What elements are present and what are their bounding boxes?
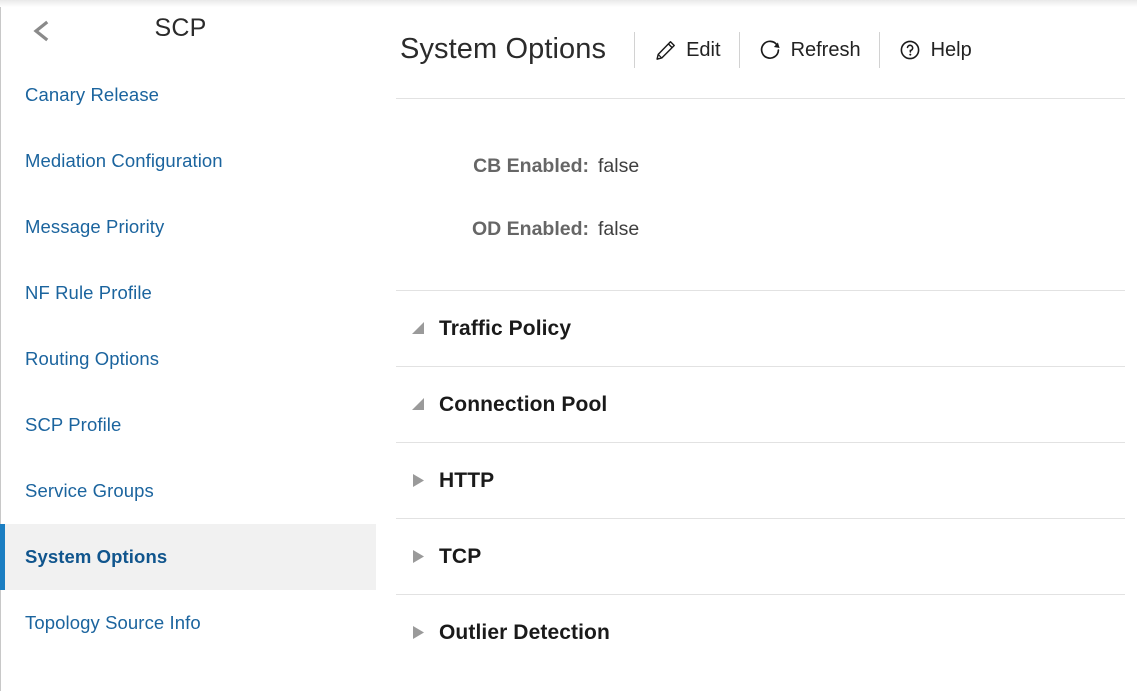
sidebar-item-label: Canary Release xyxy=(25,84,160,105)
field-row: OD Enabled: false xyxy=(376,218,1137,281)
sidebar-item-label: Service Groups xyxy=(25,480,154,501)
field-label: CB Enabled: xyxy=(473,155,589,177)
page-root: SCP Canary Release Mediation Configuratio… xyxy=(0,0,1137,691)
sidebar-item-label: Message Priority xyxy=(25,216,165,237)
toolbar-separator xyxy=(738,32,740,68)
section-header-tcp[interactable]: TCP xyxy=(396,518,1125,594)
pencil-icon xyxy=(653,38,677,62)
section-title: TCP xyxy=(439,544,482,568)
sidebar-item-routing-options[interactable]: Routing Options xyxy=(1,326,376,392)
toolbar-separator xyxy=(634,32,636,68)
section-list: Traffic Policy Connection Pool HTTP TCP Outl… xyxy=(376,290,1137,670)
help-circle-icon xyxy=(898,38,922,62)
caret-expanded-icon[interactable] xyxy=(408,319,428,339)
main-header: System Options Edit Refresh Help xyxy=(376,0,1137,98)
sidebar-item-label: NF Rule Profile xyxy=(25,282,152,303)
toolbar-button-label: Edit xyxy=(686,38,721,61)
sidebar-item-system-options[interactable]: System Options xyxy=(0,524,376,590)
caret-collapsed-icon[interactable] xyxy=(408,623,428,643)
sidebar-nav-list: Canary Release Mediation Configuration Mes… xyxy=(0,62,376,656)
refresh-button[interactable]: Refresh xyxy=(742,32,877,68)
sidebar-item-canary-release[interactable]: Canary Release xyxy=(1,62,376,128)
sidebar-item-label: Mediation Configuration xyxy=(25,150,223,171)
sidebar-item-service-groups[interactable]: Service Groups xyxy=(1,458,376,524)
top-shadow-strip xyxy=(0,0,1137,7)
edit-button[interactable]: Edit xyxy=(637,32,736,68)
sidebar-item-label: SCP Profile xyxy=(25,414,122,435)
field-list: CB Enabled: false OD Enabled: false xyxy=(376,99,1137,281)
sidebar-item-label: Topology Source Info xyxy=(25,612,201,633)
section-header-connection-pool[interactable]: Connection Pool xyxy=(396,366,1125,442)
sidebar-item-nf-rule-profile[interactable]: NF Rule Profile xyxy=(1,260,376,326)
section-header-http[interactable]: HTTP xyxy=(396,442,1125,518)
sidebar-item-scp-profile[interactable]: SCP Profile xyxy=(1,392,376,458)
field-value: false xyxy=(598,218,640,240)
sidebar-item-label: Routing Options xyxy=(25,348,160,369)
sidebar-item-mediation-configuration[interactable]: Mediation Configuration xyxy=(1,128,376,194)
toolbar-button-label: Help xyxy=(930,38,972,61)
sidebar: SCP Canary Release Mediation Configuratio… xyxy=(0,0,376,691)
sidebar-header: SCP xyxy=(1,0,376,62)
field-value: false xyxy=(598,155,640,177)
sidebar-item-topology-source-info[interactable]: Topology Source Info xyxy=(1,590,376,656)
section-title: Outlier Detection xyxy=(439,620,610,644)
caret-collapsed-icon[interactable] xyxy=(408,547,428,567)
field-label: OD Enabled: xyxy=(471,218,589,240)
section-title: Traffic Policy xyxy=(439,316,572,340)
section-header-outlier-detection[interactable]: Outlier Detection xyxy=(396,594,1125,670)
help-button[interactable]: Help xyxy=(882,32,988,68)
page-title: System Options xyxy=(400,32,607,65)
field-row: CB Enabled: false xyxy=(376,155,1137,218)
toolbar: Edit Refresh Help xyxy=(632,32,988,68)
section-header-traffic-policy[interactable]: Traffic Policy xyxy=(396,290,1125,366)
toolbar-button-label: Refresh xyxy=(790,38,861,61)
sidebar-title: SCP xyxy=(154,14,207,42)
main-content: System Options Edit Refresh Help CB Enable… xyxy=(376,0,1137,691)
sidebar-item-label: System Options xyxy=(25,546,168,567)
caret-collapsed-icon[interactable] xyxy=(408,471,428,491)
toolbar-separator xyxy=(878,32,880,68)
section-title: HTTP xyxy=(439,468,495,492)
caret-expanded-icon[interactable] xyxy=(408,395,428,415)
section-title: Connection Pool xyxy=(439,392,608,416)
refresh-icon xyxy=(758,38,782,62)
sidebar-item-message-priority[interactable]: Message Priority xyxy=(1,194,376,260)
